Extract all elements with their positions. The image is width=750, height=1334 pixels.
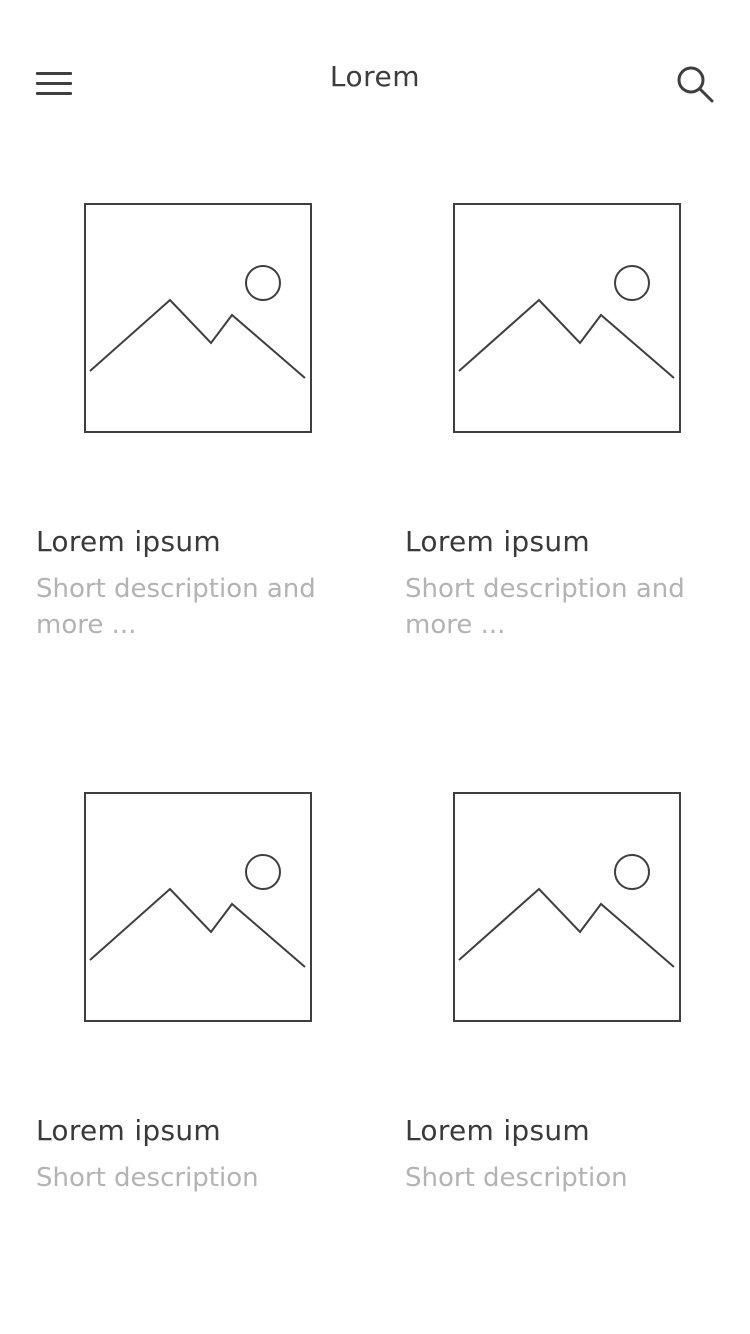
card-description: Short description (36, 1163, 259, 1193)
image-placeholder-icon[interactable] (84, 792, 312, 1022)
card-description: Short description (405, 1163, 628, 1193)
card-title[interactable]: Lorem ipsum (405, 525, 590, 558)
card-title[interactable]: Lorem ipsum (405, 1114, 590, 1147)
card-description: Short description and more ... (405, 574, 685, 640)
image-placeholder-icon[interactable] (453, 203, 681, 433)
search-icon (677, 66, 714, 103)
card-title[interactable]: Lorem ipsum (36, 525, 221, 558)
image-placeholder-icon[interactable] (84, 203, 312, 433)
search-button[interactable] (675, 64, 717, 106)
card-description: Short description and more ... (36, 574, 316, 640)
app-header: Lorem (0, 0, 750, 160)
image-placeholder-icon[interactable] (453, 792, 681, 1022)
card-title[interactable]: Lorem ipsum (36, 1114, 221, 1147)
page-title: Lorem (329, 60, 421, 93)
